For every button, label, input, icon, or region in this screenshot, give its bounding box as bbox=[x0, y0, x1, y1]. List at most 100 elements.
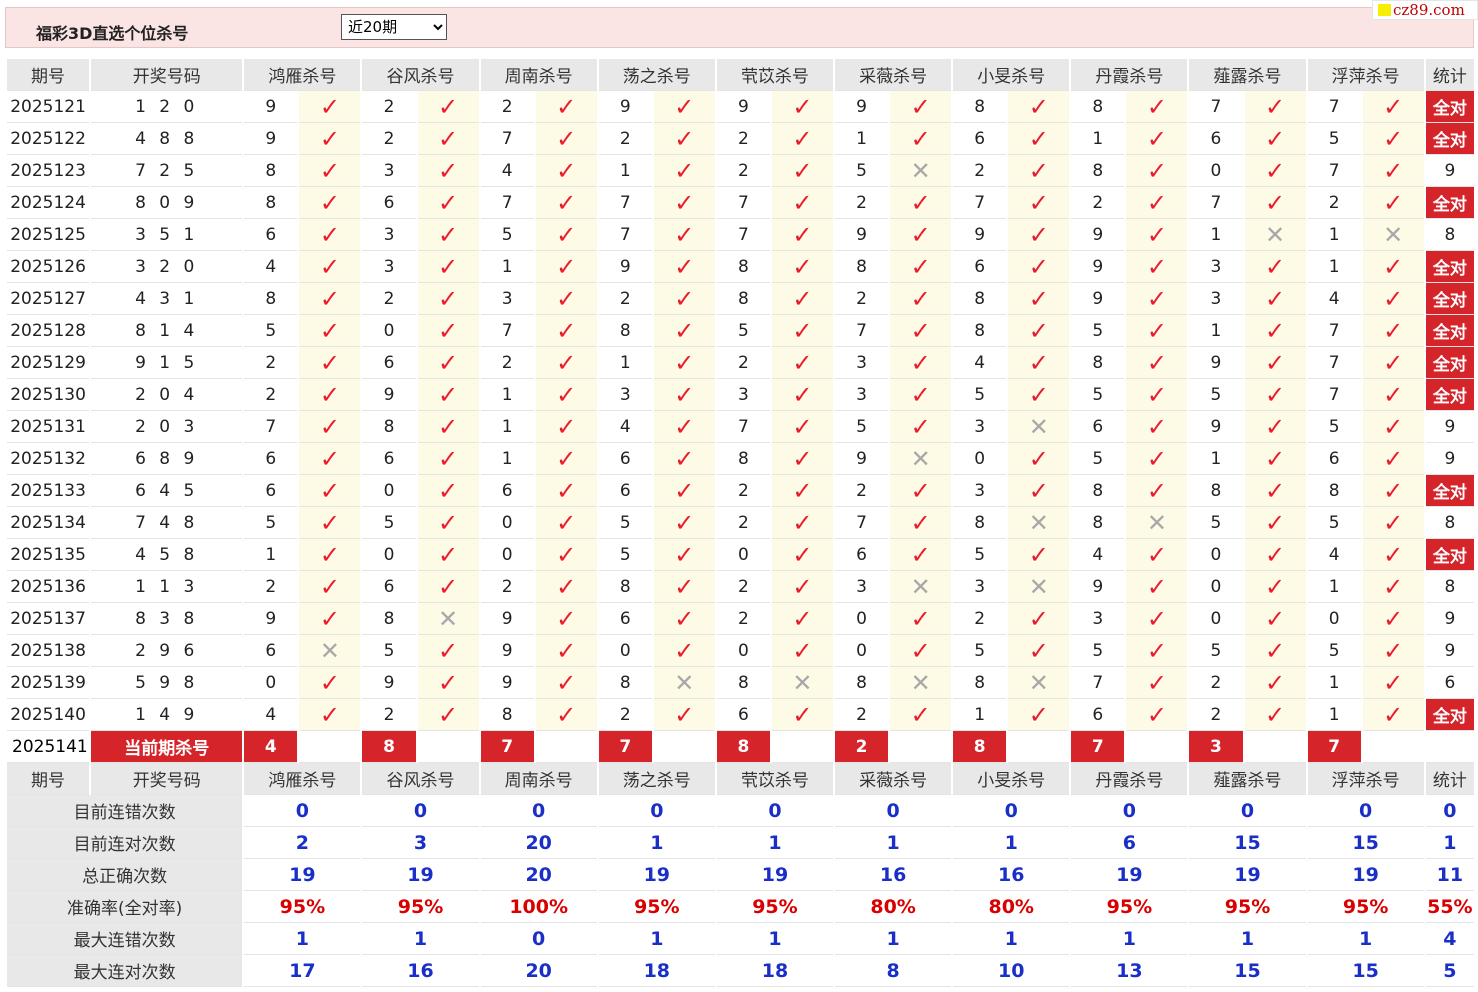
kill-number-cell: 3 bbox=[362, 155, 416, 187]
period-cell: 2025139 bbox=[7, 667, 90, 699]
check-icon: ✓ bbox=[535, 251, 597, 283]
table-row: 2025137 8 3 8 9 ✓ 8 ✕ 9 ✓ 6 ✓ 2 ✓ 0 ✓ 2 ✓ 3 ✓ 0 ✓ 0 ✓ 9 bbox=[7, 603, 1474, 635]
kill-number-cell: 7 bbox=[716, 219, 770, 251]
stat-cell: 全对 bbox=[1425, 251, 1474, 283]
kill-number-cell: 2 bbox=[716, 507, 770, 539]
kill-number-cell: 3 bbox=[953, 571, 1007, 603]
check-icon: ✓ bbox=[1126, 283, 1188, 315]
draw-number-cell: 8 3 8 bbox=[91, 603, 243, 635]
kill-number-cell: 8 bbox=[362, 603, 416, 635]
check-icon: ✓ bbox=[653, 347, 715, 379]
check-icon: ✓ bbox=[1362, 315, 1424, 347]
check-icon: ✓ bbox=[890, 187, 952, 219]
kill-number-cell: 8 bbox=[835, 251, 889, 283]
check-icon: ✓ bbox=[1362, 507, 1424, 539]
check-icon: ✓ bbox=[1008, 91, 1070, 123]
check-icon: ✓ bbox=[299, 475, 361, 507]
summary-label: 总正确次数 bbox=[7, 859, 243, 891]
check-icon: ✓ bbox=[417, 155, 479, 187]
check-icon: ✓ bbox=[299, 507, 361, 539]
kill-number-cell: 0 bbox=[835, 603, 889, 635]
cross-icon: ✕ bbox=[417, 603, 479, 635]
stat-cell: 8 bbox=[1425, 571, 1474, 603]
check-icon: ✓ bbox=[771, 571, 834, 603]
draw-number-cell: 6 4 5 bbox=[91, 475, 243, 507]
kill-number-cell: 6 bbox=[716, 699, 770, 731]
kill-number-cell: 9 bbox=[480, 635, 534, 667]
summary-value: 1 bbox=[835, 923, 952, 955]
check-icon: ✓ bbox=[1126, 347, 1188, 379]
check-icon: ✓ bbox=[1244, 443, 1306, 475]
cross-icon: ✕ bbox=[1126, 507, 1188, 539]
check-icon: ✓ bbox=[1362, 603, 1424, 635]
summary-value: 19 bbox=[1071, 859, 1188, 891]
kill-number-cell: 7 bbox=[1307, 347, 1361, 379]
check-icon: ✓ bbox=[1008, 475, 1070, 507]
kill-number-cell: 7 bbox=[716, 187, 770, 219]
check-icon: ✓ bbox=[890, 539, 952, 571]
summary-value: 0 bbox=[480, 795, 597, 827]
kill-number-cell: 1 bbox=[1071, 123, 1125, 155]
kill-number-cell: 2 bbox=[598, 699, 652, 731]
summary-value: 1 bbox=[1189, 923, 1306, 955]
check-icon: ✓ bbox=[890, 347, 952, 379]
period-cell: 2025131 bbox=[7, 411, 90, 443]
check-icon: ✓ bbox=[771, 283, 834, 315]
check-icon: ✓ bbox=[1362, 571, 1424, 603]
kill-number-cell: 5 bbox=[1071, 635, 1125, 667]
kill-number-cell: 7 bbox=[835, 315, 889, 347]
page-header: 福彩3D直选个位杀号 近20期 bbox=[5, 7, 1474, 48]
current-kill-number: 2 bbox=[835, 731, 889, 763]
draw-number-cell: 3 5 1 bbox=[91, 219, 243, 251]
stat-cell: 8 bbox=[1425, 507, 1474, 539]
kill-number-cell: 3 bbox=[716, 379, 770, 411]
kill-number-cell: 3 bbox=[953, 475, 1007, 507]
draw-number-cell: 1 2 0 bbox=[91, 91, 243, 123]
check-icon: ✓ bbox=[1008, 699, 1070, 731]
summary-stat-value: 0 bbox=[1425, 795, 1474, 827]
site-badge[interactable]: cz89.com bbox=[1372, 0, 1478, 20]
check-icon: ✓ bbox=[1008, 635, 1070, 667]
kill-number-cell: 5 bbox=[244, 315, 298, 347]
expert-header: 采薇杀号 bbox=[835, 763, 952, 795]
summary-value: 1 bbox=[362, 923, 479, 955]
check-icon: ✓ bbox=[535, 699, 597, 731]
expert-header: 荡之杀号 bbox=[598, 59, 715, 91]
kill-number-cell: 5 bbox=[1189, 635, 1243, 667]
check-icon: ✓ bbox=[1126, 699, 1188, 731]
summary-value: 16 bbox=[835, 859, 952, 891]
kill-number-cell: 0 bbox=[835, 635, 889, 667]
summary-stat-value: 11 bbox=[1425, 859, 1474, 891]
expert-header: 周南杀号 bbox=[480, 59, 597, 91]
expert-header: 茕苡杀号 bbox=[716, 763, 834, 795]
kill-number-cell: 8 bbox=[1307, 475, 1361, 507]
kill-number-cell: 8 bbox=[1189, 475, 1243, 507]
summary-value: 95% bbox=[1071, 891, 1188, 923]
table-header-row: 期号 开奖号码 鸿雁杀号 谷风杀号 周南杀号 荡之杀号 茕苡杀号 采薇杀号 小旻杀号 丹霞杀号 薤露… bbox=[7, 59, 1474, 91]
kill-number-cell: 9 bbox=[244, 91, 298, 123]
period-select[interactable]: 近20期 bbox=[341, 14, 447, 40]
summary-value: 19 bbox=[1307, 859, 1424, 891]
empty-cell bbox=[890, 731, 952, 763]
expert-header: 谷风杀号 bbox=[362, 763, 479, 795]
summary-value: 19 bbox=[716, 859, 834, 891]
kill-number-cell: 3 bbox=[835, 347, 889, 379]
check-icon: ✓ bbox=[535, 187, 597, 219]
check-icon: ✓ bbox=[1362, 283, 1424, 315]
check-icon: ✓ bbox=[771, 475, 834, 507]
check-icon: ✓ bbox=[653, 315, 715, 347]
check-icon: ✓ bbox=[417, 91, 479, 123]
kill-number-cell: 3 bbox=[480, 283, 534, 315]
draw-number-cell: 2 0 4 bbox=[91, 379, 243, 411]
check-icon: ✓ bbox=[299, 283, 361, 315]
check-icon: ✓ bbox=[535, 219, 597, 251]
kill-number-cell: 1 bbox=[1307, 219, 1361, 251]
kill-number-cell: 1 bbox=[1189, 315, 1243, 347]
check-icon: ✓ bbox=[299, 91, 361, 123]
check-icon: ✓ bbox=[653, 91, 715, 123]
draw-number-cell: 3 2 0 bbox=[91, 251, 243, 283]
cross-icon: ✕ bbox=[890, 443, 952, 475]
check-icon: ✓ bbox=[1126, 315, 1188, 347]
check-icon: ✓ bbox=[1126, 91, 1188, 123]
empty-cell bbox=[1425, 731, 1474, 763]
